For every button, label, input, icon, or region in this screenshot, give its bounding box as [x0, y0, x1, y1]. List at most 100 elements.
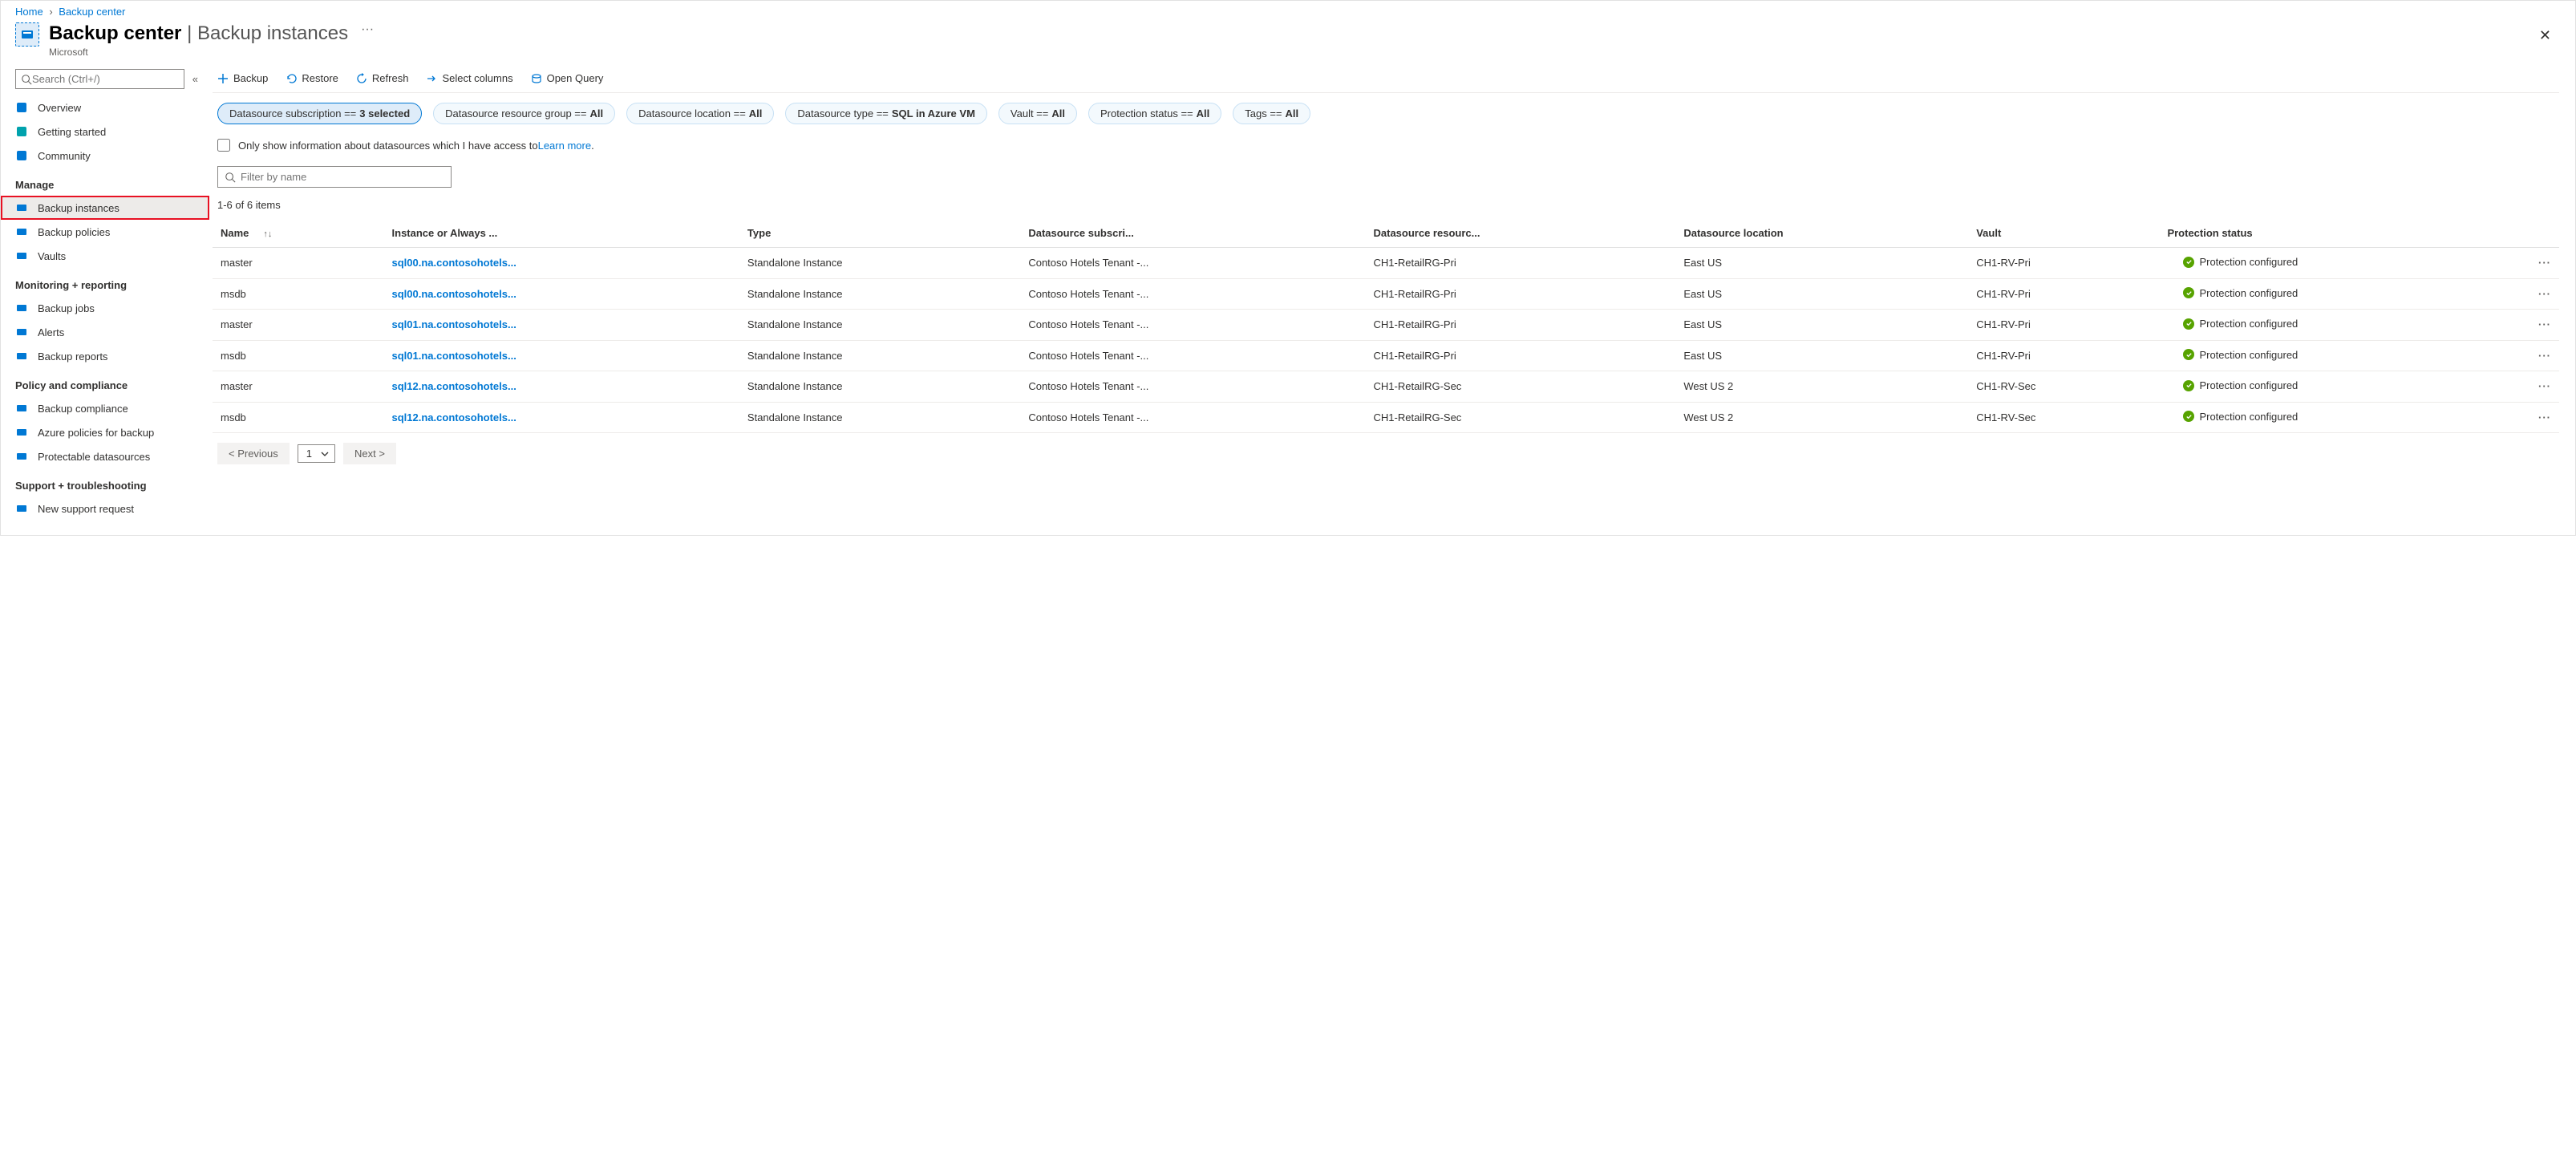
cell-name: master	[213, 248, 384, 279]
sidebar-search[interactable]	[15, 69, 184, 89]
cell-name: msdb	[213, 340, 384, 371]
filter-input[interactable]	[241, 171, 444, 183]
sidebar-group: Manage	[1, 168, 209, 196]
cell-location: East US	[1675, 310, 1968, 341]
filter-pill[interactable]: Datasource location == All	[626, 103, 774, 124]
cell-status: Protection configured	[2159, 248, 2530, 279]
next-button[interactable]: Next >	[343, 443, 396, 464]
success-icon	[2183, 349, 2194, 360]
cell-subscription: Contoso Hotels Tenant -...	[1020, 278, 1365, 310]
only-show-row: Only show information about datasources …	[213, 124, 2559, 152]
sort-icon[interactable]: ↑↓	[263, 229, 272, 239]
filter-bar: Datasource subscription == 3 selected Dat…	[213, 93, 2559, 124]
cell-name: master	[213, 310, 384, 341]
sidebar-item-protectable-datasources[interactable]: Protectable datasources	[1, 444, 209, 468]
nav-icon	[15, 502, 28, 515]
table-row: mastersql01.na.contosohotels...Standalon…	[213, 310, 2559, 341]
search-icon	[21, 74, 32, 85]
sidebar-item-community[interactable]: Community	[1, 144, 209, 168]
sidebar-item-vaults[interactable]: Vaults	[1, 244, 209, 268]
filter-pill[interactable]: Tags == All	[1233, 103, 1310, 124]
col-header[interactable]: Datasource resourc...	[1366, 219, 1676, 248]
query-icon	[531, 73, 542, 84]
col-header[interactable]: Protection status	[2159, 219, 2530, 248]
cell-vault: CH1-RV-Sec	[1968, 371, 2159, 403]
sidebar-item-alerts[interactable]: Alerts	[1, 320, 209, 344]
breadcrumb-backup-center[interactable]: Backup center	[59, 6, 125, 18]
row-menu-icon[interactable]: ···	[2530, 248, 2559, 279]
row-menu-icon[interactable]: ···	[2530, 310, 2559, 341]
page-title: Backup center | Backup instances	[49, 22, 348, 45]
plus-icon	[217, 73, 229, 84]
col-header[interactable]: Datasource subscri...	[1020, 219, 1365, 248]
cell-vault: CH1-RV-Pri	[1968, 310, 2159, 341]
cell-location: East US	[1675, 278, 1968, 310]
cell-instance[interactable]: sql01.na.contosohotels...	[384, 340, 739, 371]
sidebar-item-new-support-request[interactable]: New support request	[1, 496, 209, 521]
sidebar-item-backup-policies[interactable]: Backup policies	[1, 220, 209, 244]
open-query-button[interactable]: Open Query	[531, 72, 604, 84]
restore-button[interactable]: Restore	[286, 72, 338, 84]
toolbar: Backup Restore Refresh Select columns Op…	[213, 69, 2559, 93]
sidebar-item-getting-started[interactable]: Getting started	[1, 120, 209, 144]
col-header[interactable]: Vault	[1968, 219, 2159, 248]
sidebar-item-backup-instances[interactable]: Backup instances	[1, 196, 209, 220]
filter-pill[interactable]: Datasource resource group == All	[433, 103, 615, 124]
sidebar-item-azure-policies-for-backup[interactable]: Azure policies for backup	[1, 420, 209, 444]
cell-instance[interactable]: sql01.na.contosohotels...	[384, 310, 739, 341]
chevron-down-icon	[320, 449, 330, 459]
col-header[interactable]: Instance or Always ...	[384, 219, 739, 248]
nav-icon	[15, 125, 28, 138]
cell-status: Protection configured	[2159, 340, 2530, 371]
breadcrumb: Home › Backup center	[1, 1, 2575, 21]
search-icon	[225, 172, 236, 183]
close-icon[interactable]: ✕	[2529, 22, 2561, 49]
sidebar-item-overview[interactable]: Overview	[1, 95, 209, 120]
backup-button[interactable]: Backup	[217, 72, 268, 84]
filter-pill[interactable]: Datasource subscription == 3 selected	[217, 103, 422, 124]
filter-pill[interactable]: Datasource type == SQL in Azure VM	[785, 103, 986, 124]
sidebar-group: Support + troubleshooting	[1, 468, 209, 496]
cell-instance[interactable]: sql00.na.contosohotels...	[384, 278, 739, 310]
row-menu-icon[interactable]: ···	[2530, 371, 2559, 403]
only-show-checkbox[interactable]	[217, 139, 230, 152]
prev-button[interactable]: < Previous	[217, 443, 290, 464]
row-menu-icon[interactable]: ···	[2530, 402, 2559, 433]
cell-vault: CH1-RV-Pri	[1968, 340, 2159, 371]
filter-by-name[interactable]	[217, 166, 452, 188]
row-menu-icon[interactable]: ···	[2530, 278, 2559, 310]
collapse-sidebar-icon[interactable]: «	[192, 73, 198, 85]
col-header[interactable]: Datasource location	[1675, 219, 1968, 248]
filter-pill[interactable]: Protection status == All	[1088, 103, 1221, 124]
cell-instance[interactable]: sql12.na.contosohotels...	[384, 371, 739, 403]
header-more-icon[interactable]: ···	[361, 22, 374, 37]
refresh-button[interactable]: Refresh	[356, 72, 409, 84]
cell-location: West US 2	[1675, 371, 1968, 403]
cell-name: msdb	[213, 402, 384, 433]
cell-subscription: Contoso Hotels Tenant -...	[1020, 402, 1365, 433]
page-select[interactable]: 1	[298, 444, 335, 463]
breadcrumb-home[interactable]: Home	[15, 6, 43, 18]
cell-type: Standalone Instance	[739, 278, 1020, 310]
cell-instance[interactable]: sql12.na.contosohotels...	[384, 402, 739, 433]
sidebar-item-backup-jobs[interactable]: Backup jobs	[1, 296, 209, 320]
learn-more-link[interactable]: Learn more	[538, 140, 591, 152]
nav-icon	[15, 225, 28, 238]
cell-name: master	[213, 371, 384, 403]
success-icon	[2183, 380, 2194, 391]
sidebar-item-backup-compliance[interactable]: Backup compliance	[1, 396, 209, 420]
nav-icon	[15, 402, 28, 415]
filter-pill[interactable]: Vault == All	[998, 103, 1077, 124]
col-header[interactable]: Type	[739, 219, 1020, 248]
cell-vault: CH1-RV-Pri	[1968, 278, 2159, 310]
row-menu-icon[interactable]: ···	[2530, 340, 2559, 371]
nav-icon	[15, 450, 28, 463]
cell-type: Standalone Instance	[739, 248, 1020, 279]
select-columns-button[interactable]: Select columns	[426, 72, 512, 84]
cell-status: Protection configured	[2159, 371, 2530, 403]
sidebar-search-input[interactable]	[32, 73, 179, 85]
cell-type: Standalone Instance	[739, 310, 1020, 341]
sidebar-item-backup-reports[interactable]: Backup reports	[1, 344, 209, 368]
col-header[interactable]: Name↑↓	[213, 219, 384, 248]
cell-instance[interactable]: sql00.na.contosohotels...	[384, 248, 739, 279]
